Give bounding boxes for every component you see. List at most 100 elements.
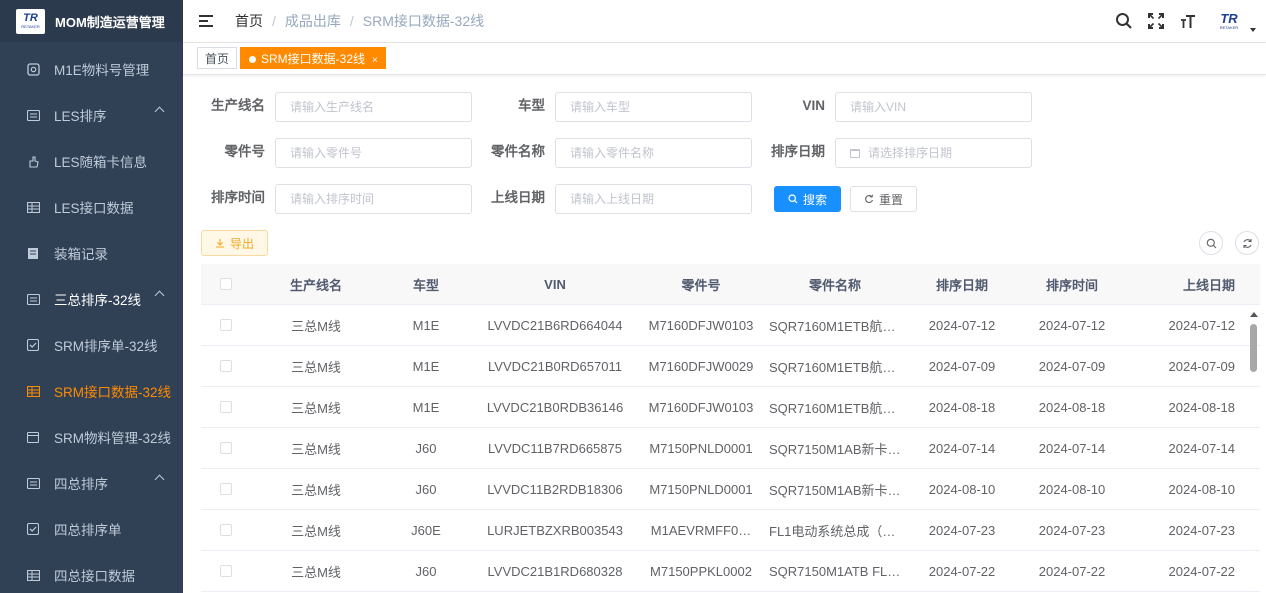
sidebar-item-les-card[interactable]: LES随箱卡信息 [0,138,183,184]
select-all-cell [201,278,251,290]
chevron-up-icon [154,106,165,117]
row-checkbox[interactable] [220,483,232,495]
sidebar-item-sizong-interface[interactable]: 四总接口数据 [0,552,183,593]
column-header[interactable]: 零件名称 [763,275,907,294]
grid-icon [26,200,40,214]
reset-button[interactable]: 重置 [850,186,917,212]
row-select-cell [201,524,251,536]
calendar-icon [26,430,40,444]
table-cell: M1AEVRMFF0… [650,522,752,538]
table-cell: 2024-08-10 [1168,481,1236,497]
sidebar-item-sanzong-sort[interactable]: 三总排序-32线 [0,276,183,322]
sidebar-item-label: 四总排序 [54,477,108,492]
column-header[interactable]: 生产线名 [251,275,381,294]
row-select-cell [201,401,251,413]
table-cell: 2024-07-23 [1168,522,1236,538]
column-header[interactable]: 排序时间 [1017,275,1127,294]
row-checkbox[interactable] [220,565,232,577]
sidebar-item-m1e[interactable]: M1E物料号管理 [0,46,183,92]
table-cell: 2024-07-12 [928,317,996,333]
column-header[interactable]: 排序日期 [907,275,1017,294]
hamburger-icon[interactable] [199,14,215,28]
table-row[interactable]: 三总M线 J60 LVVDC11B7RD665875 M7150PNLD0001 SQR… [201,428,1260,469]
sidebar-item-label: 装箱记录 [54,247,108,262]
table-cell: LURJETBZXRB003543 [487,522,623,538]
fullscreen-icon[interactable] [1146,11,1166,31]
table-row[interactable]: 三总M线 M1E LVVDC21B0RD657011 M7160DFJW0029 SQR… [201,346,1260,387]
sort-date-placeholder: 请选择排序日期 [868,146,953,160]
caret-down-icon[interactable] [1250,28,1256,32]
row-checkbox[interactable] [220,442,232,454]
column-header[interactable]: 车型 [381,275,471,294]
scroll-up-arrow-icon[interactable] [1250,312,1258,317]
search-button[interactable]: 搜索 [774,186,841,212]
table-scrollbar[interactable] [1249,304,1259,593]
sidebar-item-label: LES排序 [54,109,107,124]
sort-date-picker[interactable]: 请选择排序日期 [835,138,1032,168]
breadcrumb-home[interactable]: 首页 [235,11,263,31]
app-title: MOM制造运营管理 [55,14,165,30]
data-table: 生产线名 车型 VIN 零件号 零件名称 排序日期 排序时间 上线日期 三总M线… [201,264,1260,592]
sidebar-item-packing[interactable]: 装箱记录 [0,230,183,276]
avatar[interactable]: TR RETAKER [1212,11,1246,31]
sidebar-item-les-interface[interactable]: LES接口数据 [0,184,183,230]
row-checkbox[interactable] [220,319,232,331]
table-cell: SQR7160M1ETB航空… [769,318,907,334]
table-cell: LVVDC21B1RD680328 [487,563,623,579]
toggle-search-button[interactable] [1199,231,1223,255]
row-checkbox[interactable] [220,524,232,536]
table-row[interactable]: 三总M线 M1E LVVDC21B0RDB36146 M7160DFJW0103 SQR… [201,387,1260,428]
sidebar-item-srm-interface[interactable]: SRM接口数据-32线 [0,368,183,414]
font-size-icon[interactable] [1178,11,1198,31]
sidebar-item-srm-order[interactable]: SRM排序单-32线 [0,322,183,368]
table-cell: 2024-07-23 [928,522,996,538]
label-online-date: 上线日期 [491,190,545,205]
table-cell: 2024-07-14 [928,440,996,456]
breadcrumb-separator: / [349,13,354,29]
search-icon[interactable] [1114,11,1134,31]
column-header[interactable]: 上线日期 [1127,275,1237,294]
sidebar-item-label: SRM排序单-32线 [54,339,158,354]
table-cell: 2024-07-23 [1038,522,1106,538]
select-all-checkbox[interactable] [220,278,232,290]
top-navbar: 首页 / 成品出库 / SRM接口数据-32线 TR RETAKER [183,0,1266,43]
refresh-table-button[interactable] [1235,231,1259,255]
row-checkbox[interactable] [220,401,232,413]
check-icon [26,338,40,352]
vin-input[interactable]: 请输入VIN [835,92,1032,122]
sidebar-item-sizong-sort[interactable]: 四总排序 [0,460,183,506]
export-button[interactable]: 导出 [201,230,268,256]
sidebar-item-label: 四总接口数据 [54,569,135,584]
sort-time-input[interactable]: 请输入排序时间 [275,184,472,214]
table-row[interactable]: 三总M线 J60E LURJETBZXRB003543 M1AEVRMFF0… FL1电… [201,510,1260,551]
table-cell: J60 [415,481,437,497]
breadcrumb-parent[interactable]: 成品出库 [285,11,341,31]
tag-srm-interface[interactable]: SRM接口数据-32线 × [240,47,386,69]
top-tools: TR RETAKER [1102,0,1256,42]
online-date-input[interactable]: 请输入上线日期 [555,184,752,214]
table-row[interactable]: 三总M线 J60 LVVDC11B2RDB18306 M7150PNLD0001 SQR… [201,469,1260,510]
column-header[interactable]: VIN [471,277,639,292]
part-name-input[interactable]: 请输入零件名称 [555,138,752,168]
logo-subtext: RETAKER [21,24,40,29]
scrollbar-thumb[interactable] [1250,324,1257,372]
table-row[interactable]: 三总M线 J60 LVVDC21B1RD680328 M7150PPKL0002 SQR… [201,551,1260,592]
row-checkbox[interactable] [220,360,232,372]
label-part-no: 零件号 [224,144,266,159]
sidebar-item-sizong-order[interactable]: 四总排序单 [0,506,183,552]
table-row[interactable]: 三总M线 M1E LVVDC21B6RD664044 M7160DFJW0103 SQR… [201,305,1260,346]
part-no-input[interactable]: 请输入零件号 [275,138,472,168]
close-icon[interactable]: × [372,55,378,66]
table-cell: 2024-07-09 [928,358,996,374]
column-header[interactable]: 零件号 [639,275,763,294]
table-cell: J60E [411,522,441,538]
car-type-input[interactable]: 请输入车型 [555,92,752,122]
table-cell: J60 [415,563,437,579]
label-car-type: 车型 [518,98,545,113]
sidebar-item-srm-material[interactable]: SRM物料管理-32线 [0,414,183,460]
line-name-input[interactable]: 请输入生产线名 [275,92,472,122]
tag-home[interactable]: 首页 [197,47,238,69]
table-cell: 三总M线 [291,523,341,539]
sidebar-item-les-sort[interactable]: LES排序 [0,92,183,138]
table-cell: 2024-08-18 [928,399,996,415]
